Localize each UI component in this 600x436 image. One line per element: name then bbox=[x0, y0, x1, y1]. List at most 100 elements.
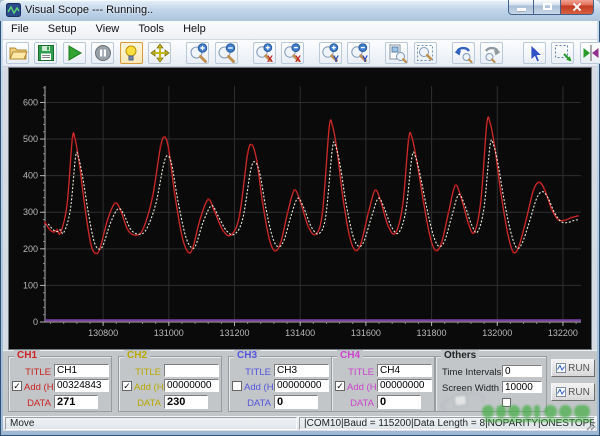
zoom-undo-button[interactable] bbox=[451, 42, 475, 64]
app-icon bbox=[6, 3, 21, 17]
run-button-1-label: RUN bbox=[568, 362, 590, 374]
ch1-group-label: CH1 bbox=[14, 350, 41, 361]
svg-text:500: 500 bbox=[23, 134, 38, 144]
pause-button[interactable] bbox=[91, 42, 115, 64]
ch2-addr-input[interactable] bbox=[164, 379, 219, 392]
ch2-addr-checkbox[interactable]: ✓ bbox=[122, 381, 132, 391]
svg-text:X: X bbox=[267, 54, 273, 63]
ch1-addr-checkbox[interactable]: ✓ bbox=[12, 381, 22, 391]
channel-panel-ch2: CH2 TITLE ✓ Add (HEX) DATA 230 bbox=[118, 350, 222, 412]
titlebar[interactable]: Visual Scope --- Running.. bbox=[0, 0, 600, 21]
menu-help[interactable]: Help bbox=[175, 21, 214, 40]
menu-view[interactable]: View bbox=[88, 21, 128, 40]
run-mini-icon bbox=[556, 386, 567, 397]
zoom-redo-icon bbox=[484, 46, 501, 63]
save-floppy-icon bbox=[37, 45, 54, 61]
client-area: File Setup View Tools Help X X Y Y 13080… bbox=[3, 21, 600, 431]
ch3-title-input[interactable] bbox=[274, 364, 329, 377]
bulb-icon bbox=[125, 45, 137, 61]
open-button[interactable] bbox=[6, 42, 29, 64]
others-checkbox[interactable] bbox=[502, 398, 511, 407]
close-button[interactable] bbox=[561, 0, 594, 15]
run-mini-icon bbox=[556, 362, 567, 373]
resize-grip[interactable] bbox=[584, 419, 596, 431]
time-intervals-label: Time Intervals bbox=[442, 367, 502, 378]
ch3-addr-checkbox[interactable] bbox=[232, 381, 242, 391]
run-button-2-label: RUN bbox=[568, 386, 590, 398]
ch1-title-input[interactable] bbox=[54, 364, 109, 377]
status-mode-text: Move bbox=[10, 418, 35, 429]
zoom-undo-icon bbox=[454, 46, 473, 63]
select-region-button[interactable] bbox=[551, 42, 575, 64]
ch1-title-label: TITLE bbox=[25, 367, 51, 378]
channel-panel-ch4: CH4 TITLE ✓ Add (HEX) DATA 0 bbox=[331, 350, 435, 412]
ch4-title-label: TITLE bbox=[348, 367, 374, 378]
ch1-addr-input[interactable] bbox=[54, 379, 109, 392]
zoom-in-button[interactable] bbox=[186, 42, 210, 64]
ch3-data-label: DATA bbox=[247, 398, 271, 409]
zoom-window-button[interactable] bbox=[413, 42, 437, 64]
scope-plot[interactable]: 130800 131000 131200 131400 131600 131800 1320… bbox=[9, 68, 591, 349]
status-left-panel: Move bbox=[5, 417, 297, 430]
run-button-1[interactable]: RUN bbox=[551, 359, 595, 377]
svg-text:132200: 132200 bbox=[548, 328, 578, 338]
svg-text:131400: 131400 bbox=[285, 328, 315, 338]
app-window: Visual Scope --- Running.. File Setup Vi… bbox=[0, 0, 600, 436]
ch4-data-value: 0 bbox=[377, 395, 421, 409]
toolbar: X X Y Y bbox=[3, 40, 600, 67]
svg-text:Y: Y bbox=[333, 54, 339, 63]
channel-controls: CH1 TITLE ✓ Add (HEX) DATA 271 CH2 TITLE… bbox=[3, 350, 597, 416]
window-title: Visual Scope --- Running.. bbox=[25, 4, 154, 16]
svg-text:131800: 131800 bbox=[417, 328, 447, 338]
ch2-title-input[interactable] bbox=[164, 364, 219, 377]
status-com-text: |COM10|Baud = 115200|Data Length = 8|NOP… bbox=[304, 418, 595, 429]
minimize-button[interactable] bbox=[508, 0, 534, 15]
zoom-y-out-button[interactable]: Y bbox=[347, 42, 371, 64]
scope-chart[interactable]: 130800 131000 131200 131400 131600 131800 1320… bbox=[8, 67, 592, 350]
zoom-x-out-icon: X bbox=[284, 43, 301, 63]
time-intervals-input[interactable] bbox=[502, 365, 542, 377]
status-bar: Move |COM10|Baud = 115200|Data Length = … bbox=[3, 416, 597, 431]
cursors-icon bbox=[583, 45, 599, 61]
svg-text:131200: 131200 bbox=[219, 328, 249, 338]
zoom-out-button[interactable] bbox=[214, 42, 238, 64]
run-play-icon bbox=[68, 45, 83, 61]
light-button[interactable] bbox=[119, 42, 143, 64]
zoom-x-out-button[interactable]: X bbox=[280, 42, 304, 64]
channel-panel-ch3: CH3 TITLE Add (HEX) DATA 0 bbox=[228, 350, 332, 412]
ch4-addr-checkbox[interactable]: ✓ bbox=[335, 381, 345, 391]
zoom-y-in-button[interactable]: Y bbox=[318, 42, 342, 64]
cursors-button[interactable] bbox=[579, 42, 600, 64]
run-button-2[interactable]: RUN bbox=[551, 383, 595, 401]
svg-text:130800: 130800 bbox=[88, 328, 118, 338]
pause-icon bbox=[94, 45, 111, 61]
ch1-data-value: 271 bbox=[54, 395, 98, 409]
menu-file[interactable]: File bbox=[3, 21, 37, 40]
ch4-title-input[interactable] bbox=[377, 364, 432, 377]
zoom-y-out-icon: Y bbox=[351, 43, 368, 63]
svg-text:200: 200 bbox=[23, 244, 38, 254]
svg-text:400: 400 bbox=[23, 171, 38, 181]
select-region-icon bbox=[554, 45, 572, 62]
ch4-data-label: DATA bbox=[350, 398, 374, 409]
zoom-in-icon bbox=[190, 43, 207, 63]
ch4-addr-input[interactable] bbox=[377, 379, 432, 392]
ch2-data-label: DATA bbox=[137, 398, 161, 409]
select-arrow-button[interactable] bbox=[522, 42, 546, 64]
zoom-fit-page-icon bbox=[389, 44, 407, 63]
run-button[interactable] bbox=[62, 42, 86, 64]
others-group-label: Others bbox=[441, 350, 480, 361]
maximize-button[interactable] bbox=[534, 0, 561, 15]
ch1-data-label: DATA bbox=[27, 398, 51, 409]
save-button[interactable] bbox=[34, 42, 58, 64]
menu-tools[interactable]: Tools bbox=[130, 21, 172, 40]
menu-bar: File Setup View Tools Help bbox=[3, 21, 597, 40]
zoom-redo-button[interactable] bbox=[480, 42, 504, 64]
zoom-x-in-button[interactable]: X bbox=[252, 42, 276, 64]
ch3-addr-input[interactable] bbox=[274, 379, 329, 392]
svg-text:131000: 131000 bbox=[154, 328, 184, 338]
menu-setup[interactable]: Setup bbox=[40, 21, 85, 40]
zoom-fit-page-button[interactable] bbox=[385, 42, 409, 64]
screen-width-input[interactable] bbox=[502, 381, 542, 393]
move-button[interactable] bbox=[148, 42, 172, 64]
